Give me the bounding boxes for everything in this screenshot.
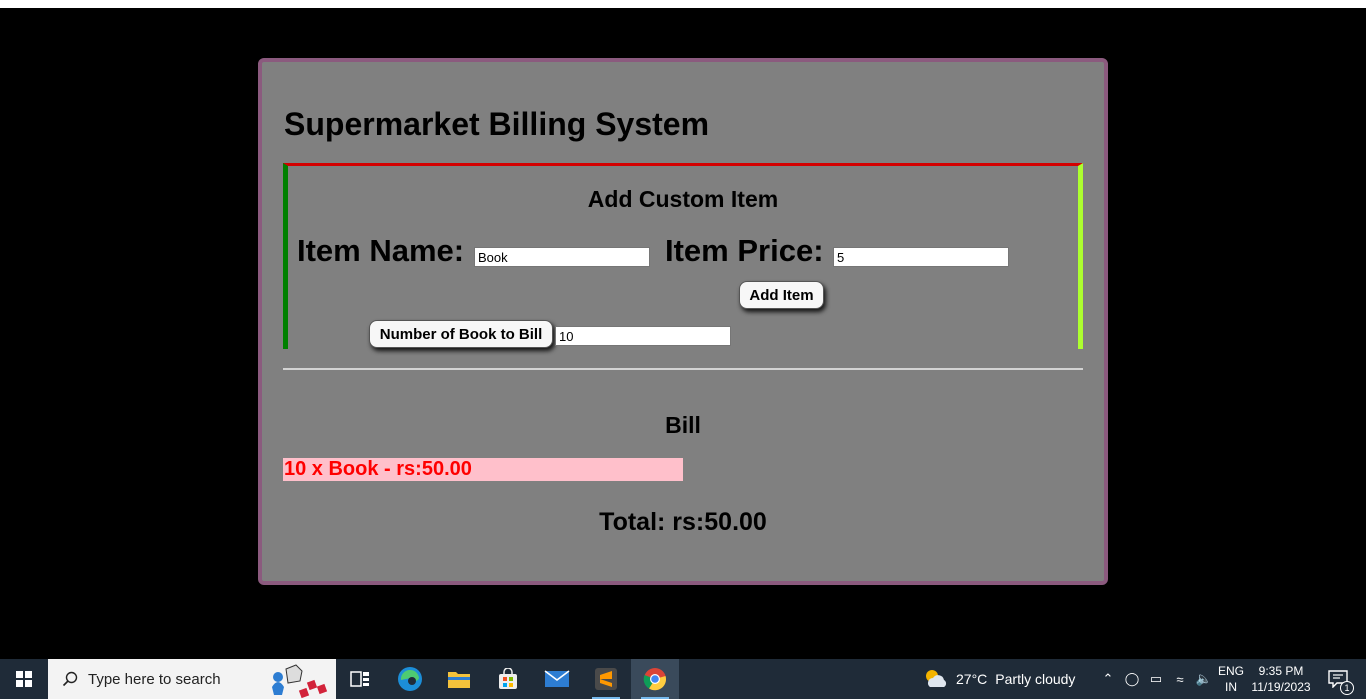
taskbar-file-explorer[interactable]	[435, 659, 483, 699]
windows-taskbar: Type here to search 27°C Partly cloudy ⌃…	[0, 659, 1366, 699]
store-icon	[499, 668, 517, 689]
weather-temperature: 27°C	[956, 671, 988, 687]
taskbar-chrome[interactable]	[631, 659, 679, 699]
search-icon	[62, 671, 78, 687]
language-code: ENG	[1217, 664, 1244, 678]
bill-heading: Bill	[665, 412, 701, 438]
task-view-button[interactable]	[336, 659, 384, 699]
chevron-up-icon[interactable]: ⌃	[1096, 671, 1120, 687]
add-custom-item-section: Add Custom Item Item Name: Item Price: A…	[283, 163, 1083, 349]
page-title: Supermarket Billing System	[284, 106, 710, 142]
wifi-icon[interactable]: ≈	[1168, 672, 1192, 687]
search-placeholder: Type here to search	[88, 670, 221, 688]
volume-icon[interactable]: 🔈	[1192, 671, 1216, 687]
mail-icon	[544, 670, 570, 687]
item-name-input[interactable]	[474, 247, 650, 267]
task-view-icon	[350, 671, 369, 687]
sublime-text-icon	[595, 668, 617, 690]
taskbar-search-box[interactable]: Type here to search	[48, 659, 336, 699]
windows-logo-icon	[16, 671, 32, 687]
meet-now-icon[interactable]: ◯	[1120, 671, 1144, 687]
folder-icon	[448, 672, 470, 688]
notification-center-button[interactable]: 1	[1318, 659, 1358, 699]
item-name-label: Item Name:	[297, 233, 465, 268]
taskbar-edge[interactable]	[386, 659, 434, 699]
item-price-input[interactable]	[833, 247, 1009, 267]
bill-quantity-button[interactable]: Number of Book to Bill	[369, 320, 553, 348]
start-button[interactable]	[0, 659, 48, 699]
taskbar-sublime-text[interactable]	[582, 659, 630, 699]
taskbar-store[interactable]	[484, 659, 532, 699]
battery-icon[interactable]: ▭	[1144, 671, 1168, 687]
region-code: IN	[1225, 680, 1237, 694]
edge-icon	[398, 667, 422, 691]
section-divider	[283, 368, 1083, 370]
billing-panel: Supermarket Billing System Add Custom It…	[258, 58, 1108, 585]
taskbar-mail[interactable]	[533, 659, 581, 699]
bill-quantity-input[interactable]	[555, 326, 731, 346]
taskbar-clock[interactable]: 9:35 PM 11/19/2023	[1250, 663, 1312, 695]
search-highlight-icon	[272, 664, 328, 699]
notification-count-badge: 1	[1340, 681, 1354, 695]
clock-time: 9:35 PM	[1258, 664, 1304, 678]
add-custom-item-heading: Add Custom Item	[587, 186, 779, 212]
browser-top-strip	[0, 0, 1366, 8]
weather-condition: Partly cloudy	[995, 671, 1076, 687]
system-tray: ⌃ ◯ ▭ ≈ 🔈	[1096, 659, 1216, 699]
partly-cloudy-icon	[926, 670, 947, 687]
weather-widget[interactable]: 27°C Partly cloudy	[922, 659, 1075, 699]
bill-total: Total: rs:50.00	[599, 508, 767, 536]
item-price-label: Item Price:	[665, 233, 824, 268]
chrome-icon	[643, 668, 667, 691]
clock-date: 11/19/2023	[1251, 680, 1311, 694]
input-language-indicator[interactable]: ENG IN	[1214, 663, 1248, 695]
add-item-button[interactable]: Add Item	[739, 281, 824, 309]
bill-line-item: 10 x Book - rs:50.00	[283, 458, 683, 481]
